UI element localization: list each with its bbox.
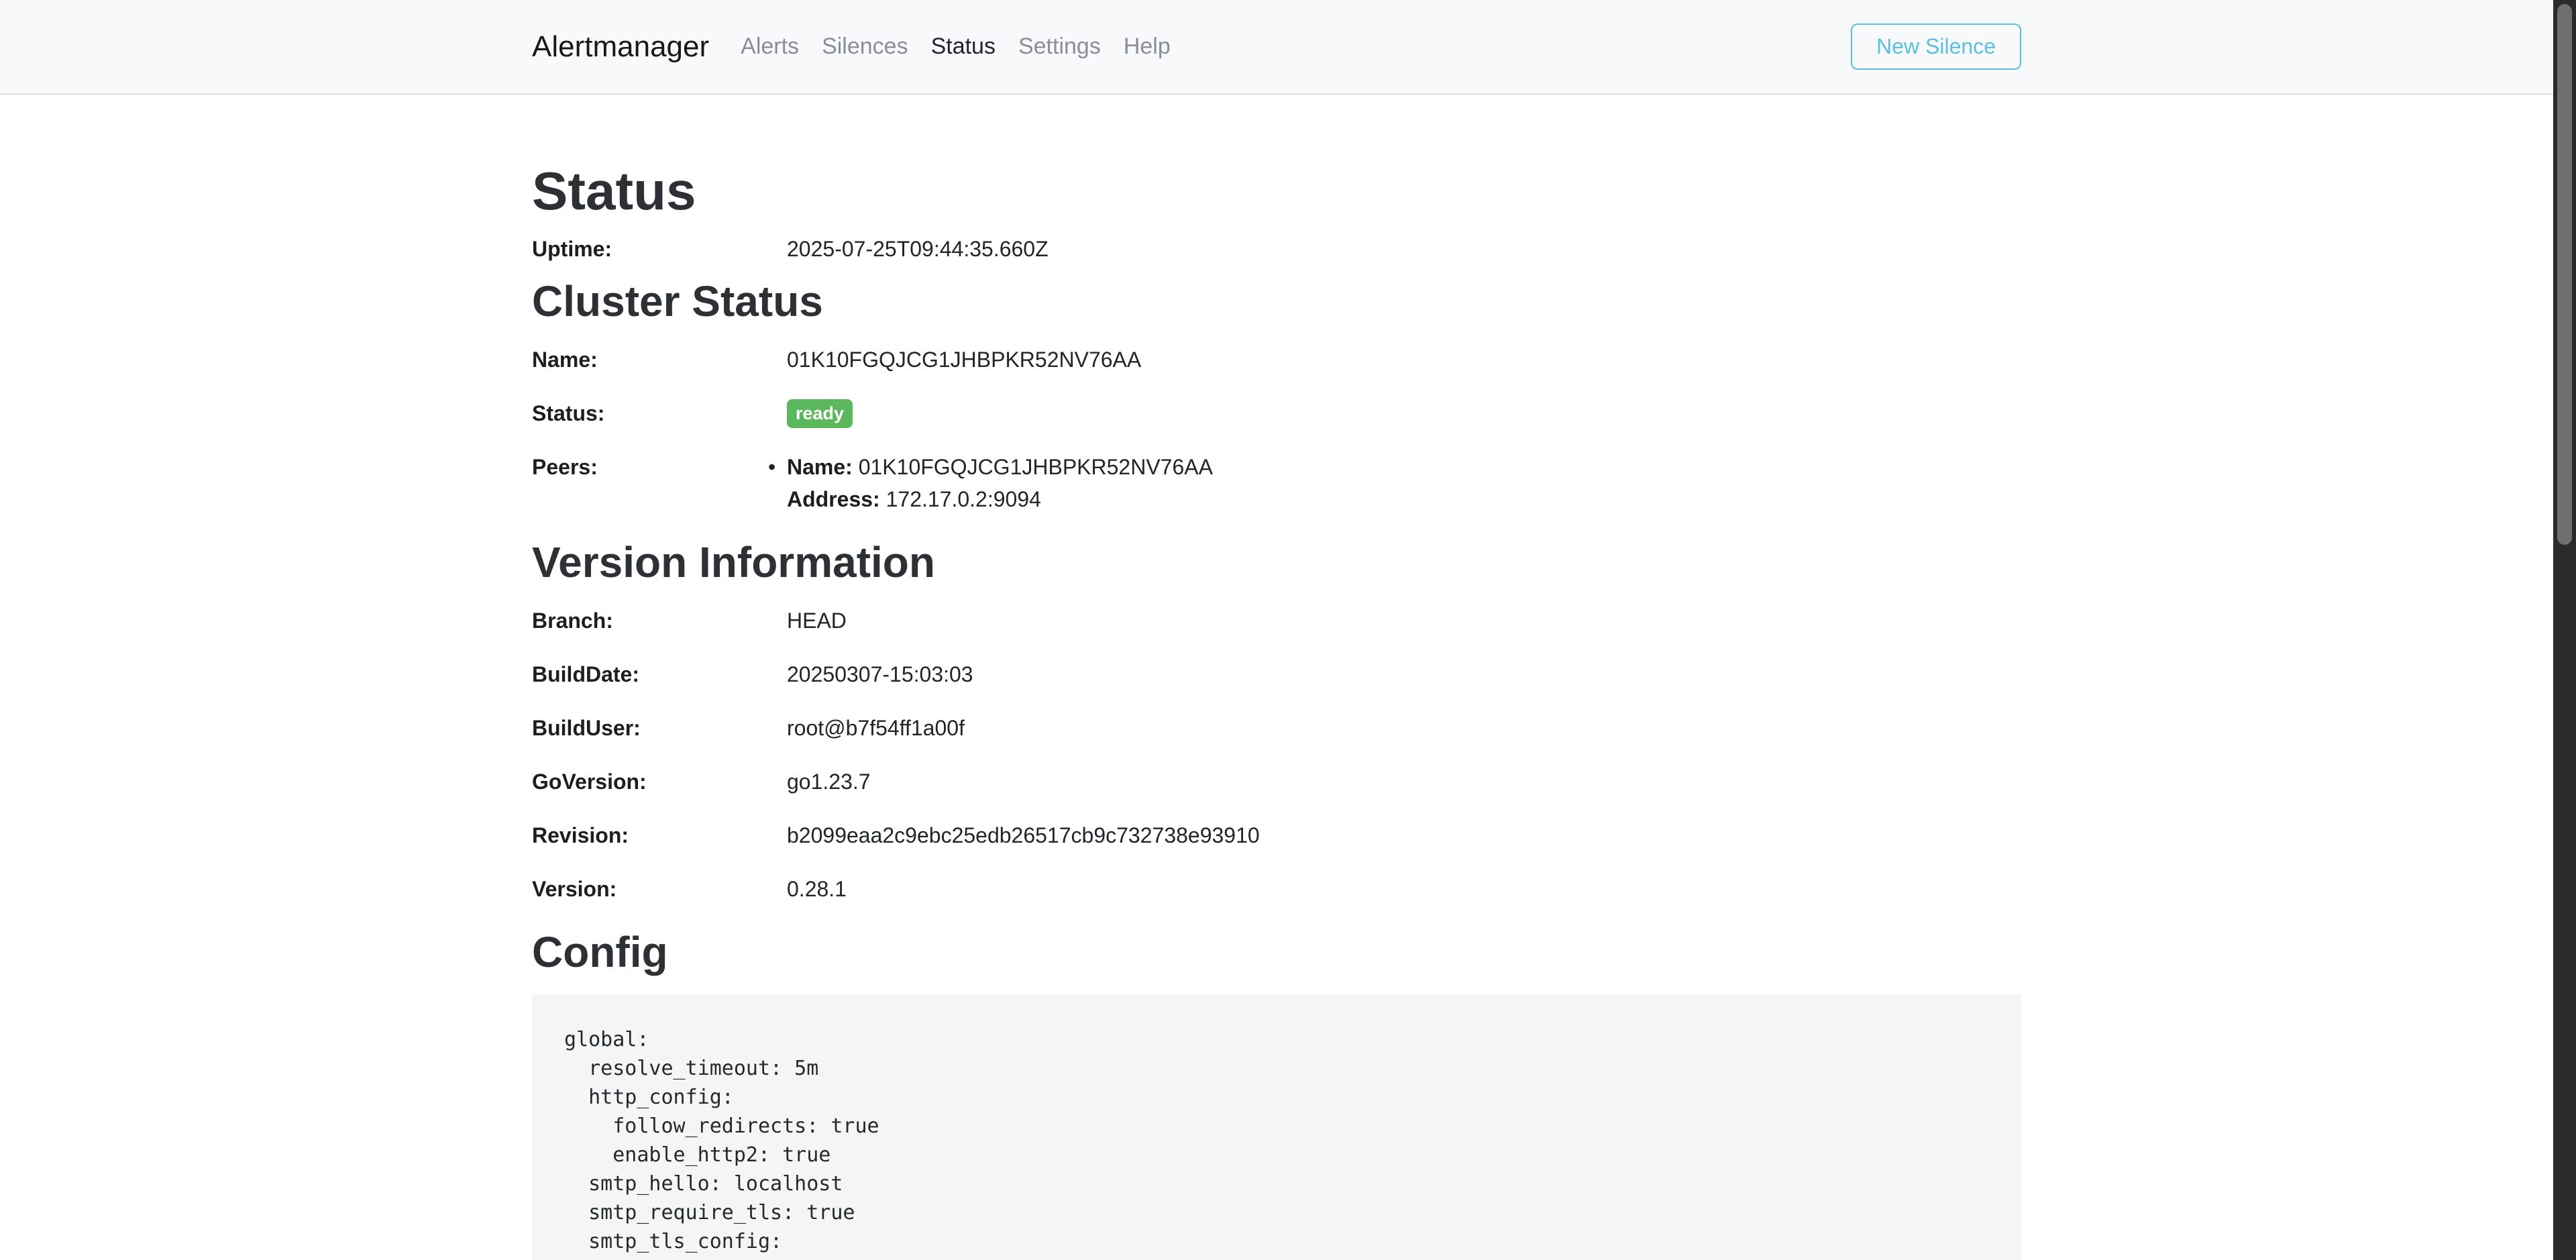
peer-address-label: Address: bbox=[787, 487, 880, 511]
cluster-status-value: ready bbox=[787, 397, 2021, 429]
version-label: BuildDate: bbox=[532, 658, 787, 690]
version-information-heading: Version Information bbox=[532, 537, 2021, 588]
peer-address-line: Address: 172.17.0.2:9094 bbox=[787, 483, 2021, 515]
scrollbar-track[interactable] bbox=[2553, 0, 2576, 1260]
version-row-builduser: BuildUser: root@b7f54ff1a00f bbox=[532, 712, 2021, 744]
version-label: Revision: bbox=[532, 819, 787, 851]
new-silence-button[interactable]: New Silence bbox=[1851, 23, 2021, 70]
cluster-status-row: Status: ready bbox=[532, 397, 2021, 429]
version-value: 20250307-15:03:03 bbox=[787, 658, 2021, 690]
version-label: Version: bbox=[532, 873, 787, 905]
main-content: Status Uptime: 2025-07-25T09:44:35.660Z … bbox=[532, 95, 2021, 1260]
page-title: Status bbox=[532, 162, 2021, 221]
alertmanager-status-page: Alertmanager Alerts Silences Status Sett… bbox=[0, 0, 2576, 1260]
version-value: b2099eaa2c9ebc25edb26517cb9c732738e93910 bbox=[787, 819, 2021, 851]
nav-links: Alerts Silences Status Settings Help bbox=[729, 34, 1182, 60]
cluster-peers-label: Peers: bbox=[532, 451, 787, 515]
config-heading: Config bbox=[532, 927, 2021, 978]
navbar: Alertmanager Alerts Silences Status Sett… bbox=[0, 0, 2553, 95]
cluster-status-label: Status: bbox=[532, 397, 787, 429]
version-row-revision: Revision: b2099eaa2c9ebc25edb26517cb9c73… bbox=[532, 819, 2021, 851]
cluster-peers-row: Peers: Name: 01K10FGQJCG1JHBPKR52NV76AA … bbox=[532, 451, 2021, 515]
version-label: BuildUser: bbox=[532, 712, 787, 744]
uptime-label: Uptime: bbox=[532, 233, 787, 265]
version-value: root@b7f54ff1a00f bbox=[787, 712, 2021, 744]
uptime-row: Uptime: 2025-07-25T09:44:35.660Z bbox=[532, 233, 2021, 265]
cluster-name-value: 01K10FGQJCG1JHBPKR52NV76AA bbox=[787, 344, 2021, 376]
navbar-inner: Alertmanager Alerts Silences Status Sett… bbox=[532, 0, 2021, 93]
peer-address-value: 172.17.0.2:9094 bbox=[886, 487, 1041, 511]
version-value: 0.28.1 bbox=[787, 873, 2021, 905]
brand-link[interactable]: Alertmanager bbox=[532, 30, 709, 64]
version-label: Branch: bbox=[532, 605, 787, 637]
config-yaml: global: resolve_timeout: 5m http_config:… bbox=[532, 994, 2021, 1260]
version-row-builddate: BuildDate: 20250307-15:03:03 bbox=[532, 658, 2021, 690]
version-row-goversion: GoVersion: go1.23.7 bbox=[532, 766, 2021, 798]
peer-name-label: Name: bbox=[787, 455, 853, 479]
nav-link-help[interactable]: Help bbox=[1112, 34, 1182, 60]
nav-link-status[interactable]: Status bbox=[920, 34, 1007, 60]
version-value: go1.23.7 bbox=[787, 766, 2021, 798]
status-badge: ready bbox=[787, 399, 853, 428]
version-row-branch: Branch: HEAD bbox=[532, 605, 2021, 637]
uptime-value: 2025-07-25T09:44:35.660Z bbox=[787, 233, 2021, 265]
scrollbar-thumb[interactable] bbox=[2557, 4, 2572, 545]
peer-name-line: Name: 01K10FGQJCG1JHBPKR52NV76AA bbox=[787, 451, 2021, 483]
nav-link-settings[interactable]: Settings bbox=[1007, 34, 1112, 60]
page: Alertmanager Alerts Silences Status Sett… bbox=[0, 0, 2553, 1260]
nav-link-alerts[interactable]: Alerts bbox=[729, 34, 810, 60]
version-row-version: Version: 0.28.1 bbox=[532, 873, 2021, 905]
cluster-name-label: Name: bbox=[532, 344, 787, 376]
nav-link-silences[interactable]: Silences bbox=[810, 34, 920, 60]
cluster-status-heading: Cluster Status bbox=[532, 276, 2021, 327]
peer-list: Name: 01K10FGQJCG1JHBPKR52NV76AA Address… bbox=[787, 451, 2021, 515]
peer-name-value: 01K10FGQJCG1JHBPKR52NV76AA bbox=[859, 455, 1213, 479]
cluster-name-row: Name: 01K10FGQJCG1JHBPKR52NV76AA bbox=[532, 344, 2021, 376]
version-value: HEAD bbox=[787, 605, 2021, 637]
version-label: GoVersion: bbox=[532, 766, 787, 798]
peer-item: Name: 01K10FGQJCG1JHBPKR52NV76AA Address… bbox=[787, 451, 2021, 515]
